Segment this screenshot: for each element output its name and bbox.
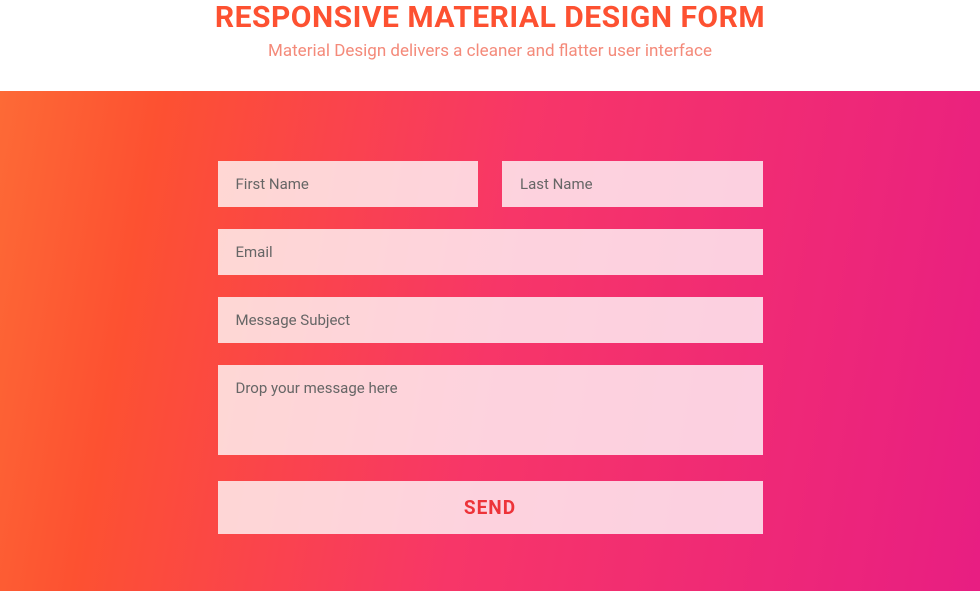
name-row [218,161,763,207]
message-row [218,365,763,459]
send-button[interactable]: SEND [218,481,763,534]
header: RESPONSIVE MATERIAL DESIGN FORM Material… [0,0,980,91]
last-name-input[interactable] [502,161,763,207]
email-row [218,229,763,275]
submit-row: SEND [218,481,763,534]
first-name-input[interactable] [218,161,479,207]
contact-form: SEND [218,161,763,534]
page-title: RESPONSIVE MATERIAL DESIGN FORM [0,0,980,35]
subject-input[interactable] [218,297,763,343]
subject-row [218,297,763,343]
message-textarea[interactable] [218,365,763,455]
page-subtitle: Material Design delivers a cleaner and f… [0,41,980,61]
email-input[interactable] [218,229,763,275]
form-section: SEND [0,91,980,591]
